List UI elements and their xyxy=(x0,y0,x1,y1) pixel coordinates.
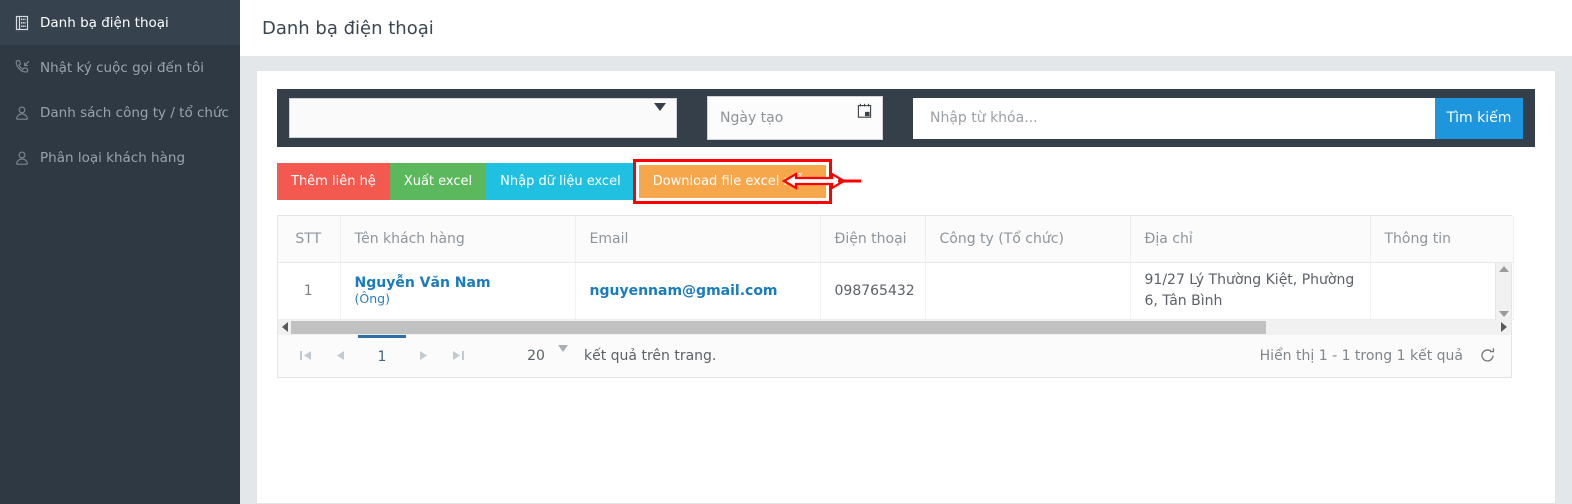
table-header-row: STT Tên khách hàng Email Điện thoại Công… xyxy=(278,216,1514,263)
table-row[interactable]: 1 Nguyễn Văn Nam (Ông) nguyennam@gmail.c… xyxy=(278,262,1514,320)
table-horizontal-scrollbar[interactable] xyxy=(277,319,1512,335)
cell-email[interactable]: nguyennam@gmail.com xyxy=(575,262,821,320)
page-size-value: 20 xyxy=(527,347,545,364)
column-header-email[interactable]: Email xyxy=(575,216,821,263)
prev-page-icon[interactable] xyxy=(323,335,358,377)
app-root: Danh bạ điện thoại Nhật ký cuộc gọi đến … xyxy=(0,0,1572,504)
keyword-search-group: Nhập từ khóa... Tìm kiếm xyxy=(913,97,1523,139)
scroll-down-icon[interactable] xyxy=(1498,311,1509,317)
customer-name-link[interactable]: Nguyễn Văn Nam xyxy=(355,275,574,291)
import-excel-button[interactable]: Nhập dữ liệu excel xyxy=(486,162,635,200)
page-size-select[interactable]: 20 xyxy=(506,335,568,377)
search-input-placeholder: Nhập từ khóa... xyxy=(930,110,1038,126)
sidebar-item-label: Nhật ký cuộc gọi đến tôi xyxy=(40,59,204,76)
contacts-table-wrapper: STT Tên khách hàng Email Điện thoại Công… xyxy=(277,215,1514,320)
sidebar-item-nhat-ky-cuoc-goi[interactable]: Nhật ký cuộc gọi đến tôi xyxy=(0,45,240,90)
cell-stt: 1 xyxy=(278,262,341,320)
sidebar-item-label: Danh sách công ty / tổ chức xyxy=(40,104,229,121)
sidebar-item-danh-sach-cong-ty[interactable]: Danh sách công ty / tổ chức xyxy=(0,90,240,135)
pagination-result-info: Hiển thị 1 - 1 trong 1 kết quả xyxy=(1259,347,1463,364)
horizontal-scroll-thumb[interactable] xyxy=(291,320,1266,334)
column-header-stt[interactable]: STT xyxy=(278,216,341,263)
user-icon xyxy=(8,150,36,166)
sidebar-item-label: Phân loại khách hàng xyxy=(40,149,186,166)
filter-bar: Ngày tạo Nhập từ khóa... Tìm kiếm xyxy=(277,89,1535,147)
chevron-down-icon xyxy=(654,103,666,111)
scroll-up-icon[interactable] xyxy=(1498,266,1509,272)
sidebar-item-label: Danh bạ điện thoại xyxy=(40,14,169,31)
export-excel-button[interactable]: Xuất excel xyxy=(389,162,487,200)
table-head: STT Tên khách hàng Email Điện thoại Công… xyxy=(278,216,1514,263)
cell-phone: 098765432 xyxy=(820,262,926,320)
column-header-company[interactable]: Công ty (Tổ chức) xyxy=(925,216,1131,263)
column-header-address[interactable]: Địa chỉ xyxy=(1130,216,1371,263)
date-created-input[interactable]: Ngày tạo xyxy=(707,96,883,140)
table-vertical-scrollbar[interactable] xyxy=(1495,263,1511,320)
scroll-right-icon[interactable] xyxy=(1501,322,1507,332)
chevron-down-icon xyxy=(558,344,568,352)
next-page-icon[interactable] xyxy=(406,335,441,377)
action-button-row: Thêm liên hệ Xuất excel Nhập dữ liệu exc… xyxy=(277,158,1535,204)
calendar-icon[interactable] xyxy=(857,103,872,123)
date-created-placeholder: Ngày tạo xyxy=(720,110,784,126)
last-page-icon[interactable] xyxy=(441,335,476,377)
sidebar-item-phan-loai-khach-hang[interactable]: Phân loại khách hàng xyxy=(0,135,240,180)
cell-info xyxy=(1370,262,1514,320)
column-header-info[interactable]: Thông tin xyxy=(1370,216,1514,263)
column-header-phone[interactable]: Điện thoại xyxy=(820,216,926,263)
search-button[interactable]: Tìm kiếm xyxy=(1435,97,1523,139)
contacts-table: STT Tên khách hàng Email Điện thoại Công… xyxy=(278,216,1514,320)
page-title: Danh bạ điện thoại xyxy=(262,17,434,39)
cell-company xyxy=(925,262,1131,320)
scroll-left-icon[interactable] xyxy=(282,322,288,332)
search-input[interactable]: Nhập từ khóa... xyxy=(913,97,1435,139)
cell-customer-name: Nguyễn Văn Nam (Ông) xyxy=(340,262,576,320)
sidebar-item-danh-ba-dien-thoai[interactable]: Danh bạ điện thoại xyxy=(0,0,240,45)
address-book-icon xyxy=(8,15,36,31)
page-size-label: kết quả trên trang. xyxy=(584,347,717,364)
first-page-icon[interactable] xyxy=(288,335,323,377)
user-icon xyxy=(8,105,36,121)
table-body: 1 Nguyễn Văn Nam (Ông) nguyennam@gmail.c… xyxy=(278,262,1514,320)
table-pagination: 1 20 kết quả trên trang. Hiển thị 1 - 1 … xyxy=(277,334,1512,378)
page-header: Danh bạ điện thoại xyxy=(240,0,1572,56)
column-header-customer-name[interactable]: Tên khách hàng xyxy=(340,216,576,263)
add-contact-button[interactable]: Thêm liên hệ xyxy=(277,162,390,200)
category-select[interactable] xyxy=(289,98,677,138)
annotation-arrow-icon xyxy=(782,172,861,190)
cell-address: 91/27 Lý Thường Kiệt, Phường 6, Tân Bình xyxy=(1130,262,1371,320)
refresh-icon[interactable] xyxy=(1463,335,1511,377)
content-card: Ngày tạo Nhập từ khóa... Tìm kiếm Thêm l… xyxy=(256,70,1556,504)
sidebar: Danh bạ điện thoại Nhật ký cuộc gọi đến … xyxy=(0,0,240,504)
incoming-call-icon xyxy=(8,59,36,76)
page-body: Ngày tạo Nhập từ khóa... Tìm kiếm Thêm l… xyxy=(240,56,1572,504)
page-number-1[interactable]: 1 xyxy=(358,334,406,377)
main-content: Danh bạ điện thoại Ngày tạo Nhập từ khóa… xyxy=(240,0,1572,504)
customer-title: (Ông) xyxy=(354,291,390,306)
